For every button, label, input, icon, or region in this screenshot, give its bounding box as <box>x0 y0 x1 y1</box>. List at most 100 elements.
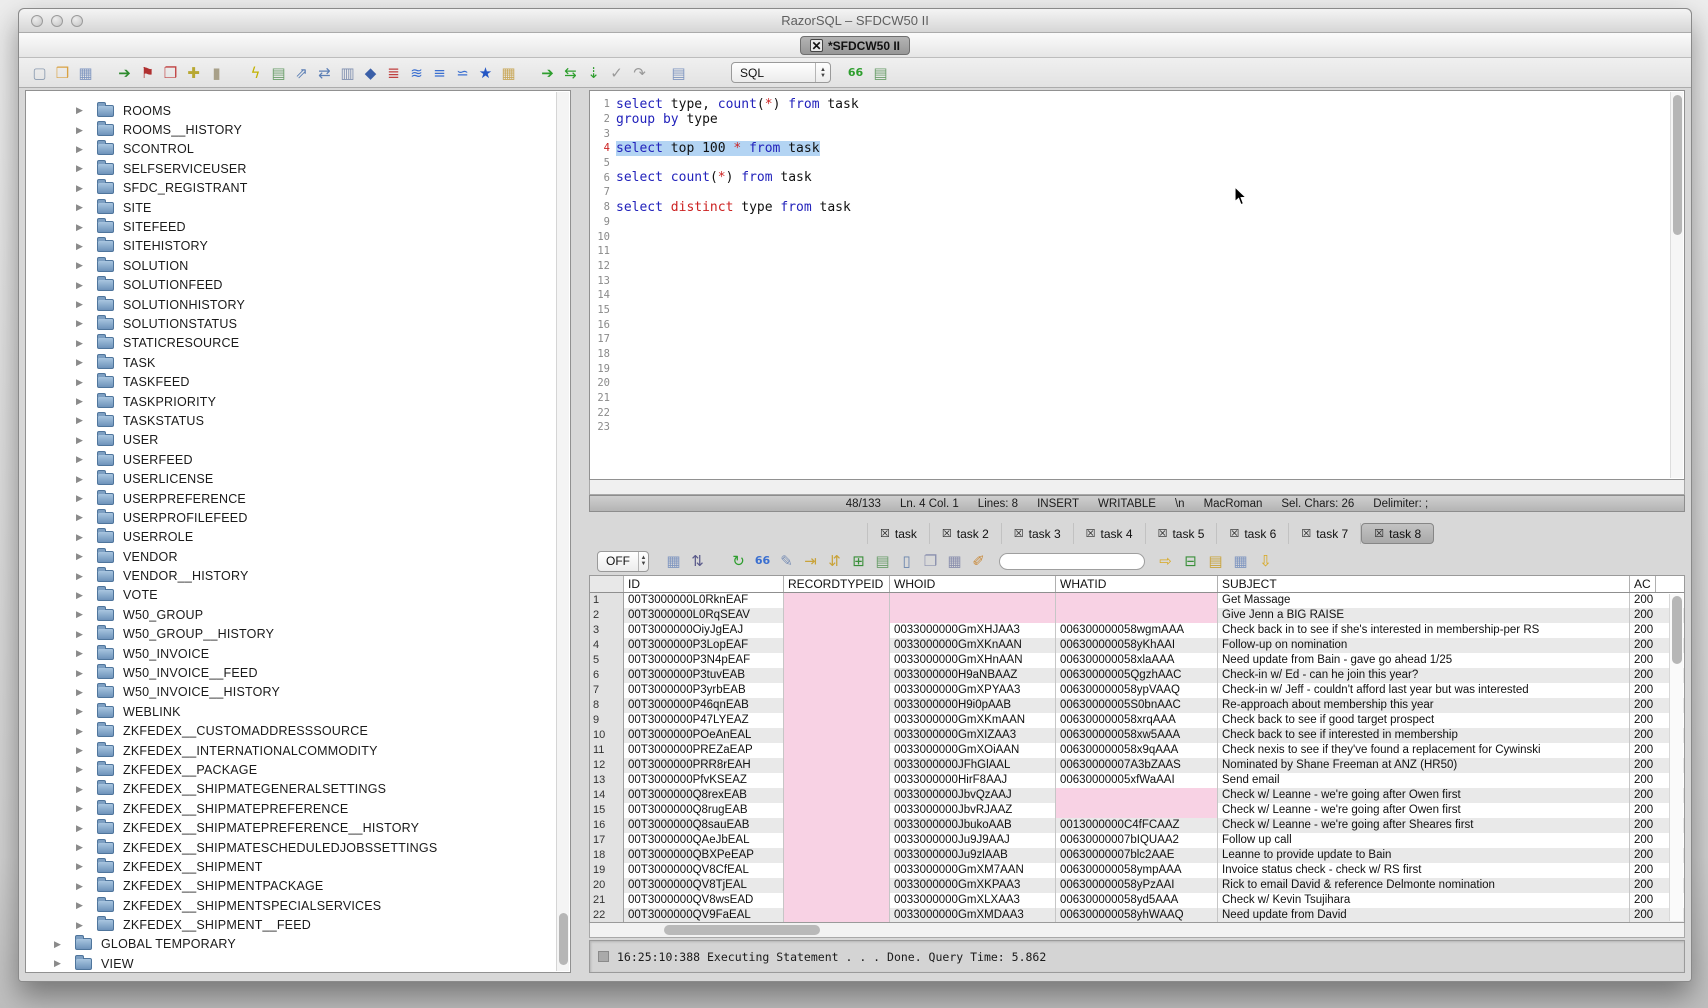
fetch-down-icon[interactable]: ⇣ <box>583 63 604 83</box>
close-tab-icon[interactable]: ☒ <box>880 527 890 540</box>
connect-icon[interactable]: ➔ <box>114 63 135 83</box>
close-tab-icon[interactable]: ☒ <box>1229 527 1239 540</box>
table-cell[interactable]: 00T3000000Q8rugEAB <box>624 803 784 818</box>
edit-cell-icon[interactable]: ✎ <box>776 551 797 571</box>
insert-row-icon[interactable]: ⇥ <box>800 551 821 571</box>
table-row[interactable]: 900T3000000P47LYEAZ0033000000GmXKmAAN006… <box>590 713 1684 728</box>
table-cell[interactable] <box>890 608 1056 623</box>
table-cell[interactable]: 00630000005S0bnAAC <box>1056 698 1218 713</box>
table-cell[interactable]: 0033000000JbukoAAB <box>890 818 1056 833</box>
table-cell[interactable]: 200 <box>1630 878 1656 893</box>
new-file-icon[interactable]: ▢ <box>29 63 50 83</box>
table-cell[interactable]: 0033000000GmXM7AAN <box>890 863 1056 878</box>
table-cell[interactable]: 0033000000GmXMDAA3 <box>890 908 1056 923</box>
table-row[interactable]: 1600T3000000Q8sauEAB0033000000JbukoAAB00… <box>590 818 1684 833</box>
table-cell[interactable]: 006300000058yd5AAA <box>1056 893 1218 908</box>
table-cell[interactable]: 0033000000GmXKmAAN <box>890 713 1056 728</box>
copy-results-icon[interactable]: ❐ <box>920 551 941 571</box>
table-cell[interactable]: 200 <box>1630 593 1656 608</box>
open-file-icon[interactable]: ❒ <box>52 63 73 83</box>
table-cell[interactable]: Give Jenn a BIG RAISE <box>1218 608 1630 623</box>
disclosure-triangle-icon[interactable]: ▶ <box>76 163 90 174</box>
table-cell[interactable] <box>784 668 890 683</box>
table-cell[interactable]: 0033000000GmXKnAAN <box>890 638 1056 653</box>
table-cell[interactable]: 0033000000H9i0pAAB <box>890 698 1056 713</box>
result-tab-task-6[interactable]: ☒task 6 <box>1217 523 1289 544</box>
table-cell[interactable]: 0033000000GmXLXAA3 <box>890 893 1056 908</box>
close-tab-icon[interactable]: ☒ <box>1086 527 1096 540</box>
table-cell[interactable]: 200 <box>1630 863 1656 878</box>
tree-item-table[interactable]: ▶ZKFEDEX__SHIPMENTPACKAGE <box>26 877 556 896</box>
tree-item-table[interactable]: ▶ROOMS__HISTORY <box>26 120 556 139</box>
disclosure-triangle-icon[interactable]: ▶ <box>76 222 90 233</box>
table-cell[interactable]: 00T3000000QV8CfEAL <box>624 863 784 878</box>
disclosure-triangle-icon[interactable]: ▶ <box>76 241 90 252</box>
disclosure-triangle-icon[interactable]: ▶ <box>76 609 90 620</box>
column-header-whoid[interactable]: WHOID <box>890 576 1056 592</box>
table-cell[interactable]: Check w/ Leanne - we're going after Shea… <box>1218 818 1630 833</box>
disclosure-triangle-icon[interactable]: ▶ <box>54 958 68 969</box>
commit-check-icon[interactable]: ✓ <box>606 63 627 83</box>
search-go-icon[interactable]: ⇨ <box>1155 551 1176 571</box>
table-cell[interactable]: 00630000005xfWaAAI <box>1056 773 1218 788</box>
tree-item-table[interactable]: ▶SOLUTION <box>26 256 556 275</box>
tree-item-table[interactable]: ▶TASKSTATUS <box>26 411 556 430</box>
disclosure-triangle-icon[interactable]: ▶ <box>76 881 90 892</box>
comment-icon[interactable]: ⋍ <box>452 63 473 83</box>
row-limit-select[interactable]: OFF ▲▼ <box>597 551 649 572</box>
table-cell[interactable] <box>1056 803 1218 818</box>
disclosure-triangle-icon[interactable]: ▶ <box>76 784 90 795</box>
table-row[interactable]: 700T3000000P3yrbEAB0033000000GmXPYAA3006… <box>590 683 1684 698</box>
disclosure-triangle-icon[interactable]: ▶ <box>76 687 90 698</box>
table-cell[interactable]: Invoice status check - check w/ RS first <box>1218 863 1630 878</box>
disclosure-triangle-icon[interactable]: ▶ <box>76 532 90 543</box>
table-cell[interactable] <box>784 653 890 668</box>
notebook-icon[interactable]: ▥ <box>337 63 358 83</box>
disclosure-triangle-icon[interactable]: ▶ <box>76 648 90 659</box>
disclosure-triangle-icon[interactable]: ▶ <box>76 357 90 368</box>
table-cell[interactable] <box>784 593 890 608</box>
disclosure-triangle-icon[interactable]: ▶ <box>76 125 90 136</box>
go-arrow-icon[interactable]: ➔ <box>537 63 558 83</box>
table-cell[interactable]: 200 <box>1630 698 1656 713</box>
table-cell[interactable]: Rick to email David & reference Delmonte… <box>1218 878 1630 893</box>
disclosure-triangle-icon[interactable]: ▶ <box>76 415 90 426</box>
table-cell[interactable]: 00T3000000P46qnEAB <box>624 698 784 713</box>
copy-connection-icon[interactable]: ❐ <box>160 63 181 83</box>
table-cell[interactable]: 006300000058yPzAAI <box>1056 878 1218 893</box>
table-row[interactable]: 1700T3000000QAeJbEAL0033000000Ju9J9AAJ00… <box>590 833 1684 848</box>
disclosure-triangle-icon[interactable]: ▶ <box>76 900 90 911</box>
editor-horizontal-scrollbar[interactable] <box>589 480 1685 495</box>
table-row[interactable]: 400T3000000P3LopEAF0033000000GmXKnAAN006… <box>590 638 1684 653</box>
table-row[interactable]: 500T3000000P3N4pEAF0033000000GmXHnAAN006… <box>590 653 1684 668</box>
tree-item-table[interactable]: ▶VOTE <box>26 586 556 605</box>
table-cell[interactable]: 0033000000GmXHJAA3 <box>890 623 1056 638</box>
table-cell[interactable]: 0033000000HirF8AAJ <box>890 773 1056 788</box>
table-cell[interactable] <box>1056 788 1218 803</box>
table-cell[interactable]: 0033000000GmXOiAAN <box>890 743 1056 758</box>
table-cell[interactable] <box>784 623 890 638</box>
new-note-icon[interactable]: ▤ <box>1205 551 1226 571</box>
favorites-star-icon[interactable]: ★ <box>475 63 496 83</box>
results-search-input[interactable] <box>999 553 1145 570</box>
tree-item-table[interactable]: ▶ZKFEDEX__CUSTOMADDRESSSOURCE <box>26 722 556 741</box>
tree-item-table[interactable]: ▶W50_GROUP <box>26 605 556 624</box>
export-results-icon[interactable]: ⊟ <box>1180 551 1201 571</box>
query-builder-icon[interactable]: ▦ <box>498 63 519 83</box>
statement-type-select[interactable]: SQL ▲▼ <box>731 62 831 83</box>
table-row[interactable]: 1900T3000000QV8CfEAL0033000000GmXM7AAN00… <box>590 863 1684 878</box>
disclosure-triangle-icon[interactable]: ▶ <box>76 745 90 756</box>
format-sql-icon[interactable]: ≋ <box>406 63 427 83</box>
table-row[interactable]: 800T3000000P46qnEAB0033000000H9i0pAAB006… <box>590 698 1684 713</box>
tree-item-table[interactable]: ▶W50_INVOICE <box>26 644 556 663</box>
table-cell[interactable] <box>784 803 890 818</box>
table-cell[interactable]: Check w/ Leanne - we're going after Owen… <box>1218 788 1630 803</box>
tree-item-table[interactable]: ▶STATICRESOURCE <box>26 334 556 353</box>
table-cell[interactable]: 00630000007blc2AAE <box>1056 848 1218 863</box>
table-cell[interactable]: Send email <box>1218 773 1630 788</box>
column-header-subject[interactable]: SUBJECT <box>1218 576 1630 592</box>
disclosure-triangle-icon[interactable]: ▶ <box>76 299 90 310</box>
tree-item-table[interactable]: ▶ZKFEDEX__SHIPMENT__FEED <box>26 915 556 934</box>
disclosure-triangle-icon[interactable]: ▶ <box>76 474 90 485</box>
table-cell[interactable]: 00630000005QgzhAAC <box>1056 668 1218 683</box>
